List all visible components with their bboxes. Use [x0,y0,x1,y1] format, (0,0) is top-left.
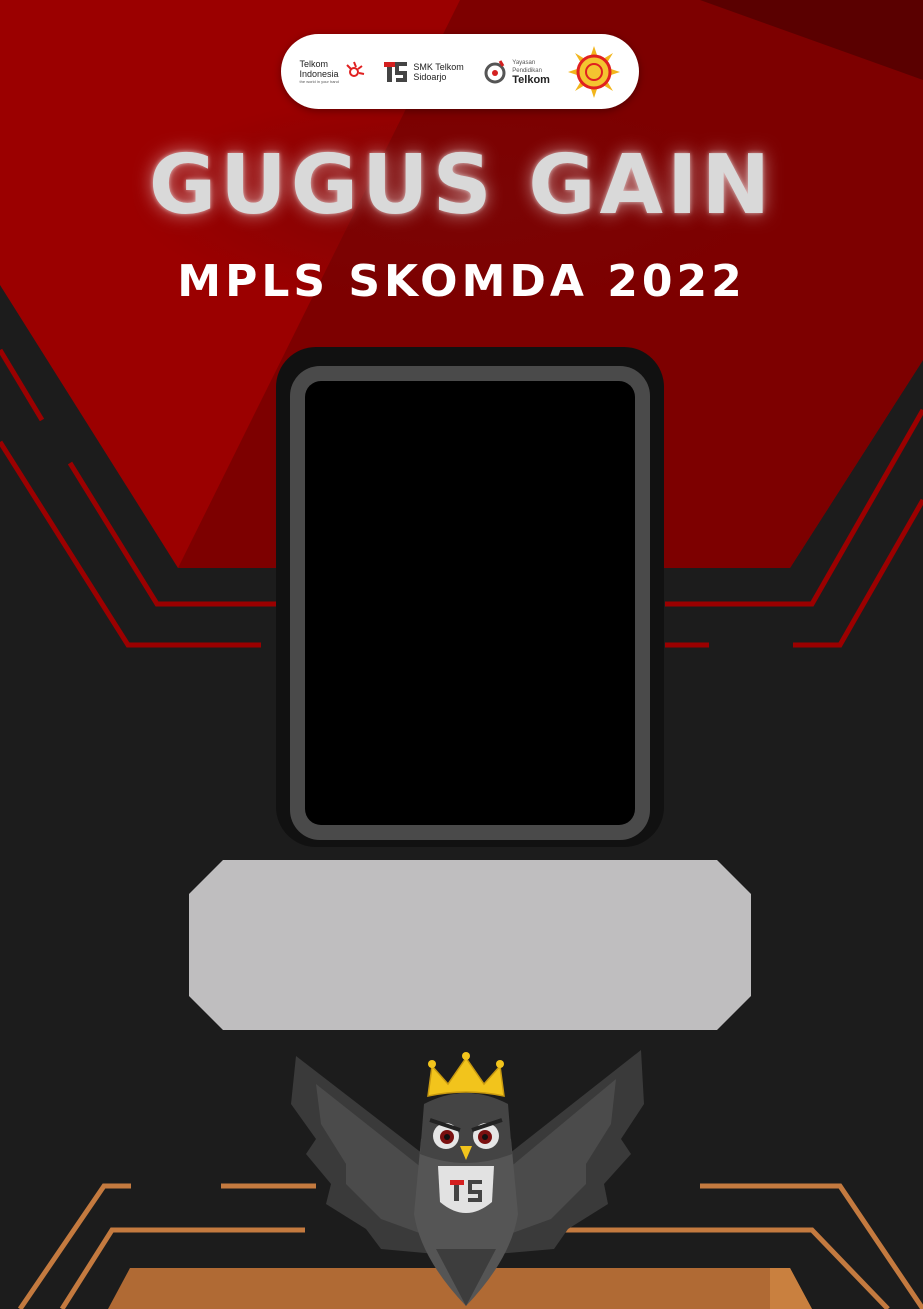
crown-icon [427,1056,505,1097]
telkom-indonesia-tagline: the world in your hand [299,79,339,84]
photo-frame [290,366,650,840]
sun-emblem-icon [568,45,621,98]
crowned-owl-icon [291,1050,644,1306]
smk-telkom-line2: Sidoarjo [413,71,447,82]
ypt-swirl-icon [484,59,506,83]
telkom-indonesia-logo: Telkom Indonesia the world in your hand [300,59,365,84]
telkom-indonesia-line1: Telkom [299,59,329,69]
chest-shield [438,1166,494,1213]
partner-logo-bar: Telkom Indonesia the world in your hand … [281,34,639,109]
yayasan-pendidikan-telkom-logo: Yayasan Pendidikan Telkom [482,59,550,85]
name-plate[interactable] [189,860,751,1030]
yayasan-line3: Telkom [512,73,550,86]
event-subtitle: MPLS SKOMDA 2022 [177,256,746,307]
telkom-flower-icon [346,61,365,77]
smk-telkom-line1: SMK Telkom [413,61,464,72]
telkom-indonesia-line2: Indonesia [299,69,339,79]
left-red-line-upper [0,348,45,422]
copper-base-right [770,1268,812,1309]
page-title: GUGUS GAIN [148,138,775,233]
smk-telkom-logo: SMK Telkom Sidoarjo [383,60,464,84]
yayasan-line1: Yayasan [512,59,536,66]
ts-monogram-icon [384,61,408,82]
photo-placeholder[interactable] [305,381,635,825]
